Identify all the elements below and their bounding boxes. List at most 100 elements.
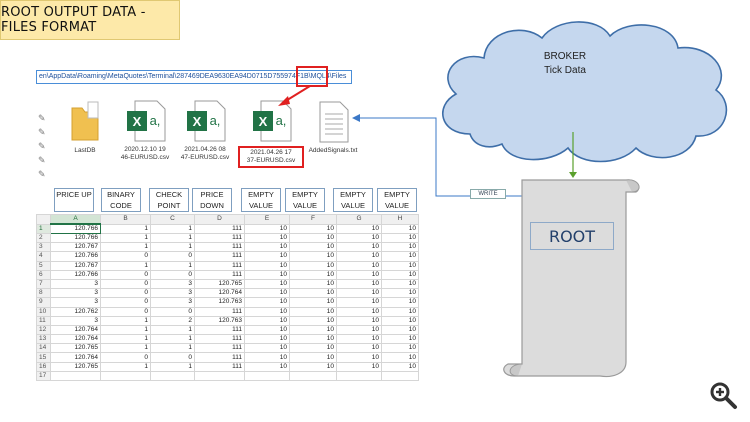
cell[interactable]: 10 <box>381 232 419 244</box>
column-header[interactable]: B <box>100 214 151 225</box>
cell[interactable]: 120.764 <box>50 324 101 336</box>
cell[interactable]: 10 <box>289 343 337 354</box>
cell[interactable]: 10 <box>381 334 419 345</box>
column-header[interactable]: D <box>194 214 245 225</box>
cell[interactable]: 111 <box>194 232 245 244</box>
cell[interactable]: 120.766 <box>50 232 101 244</box>
cell[interactable]: 120.763 <box>194 315 245 326</box>
row-number[interactable]: 7 <box>36 278 51 290</box>
cell[interactable]: 10 <box>244 334 290 345</box>
row-number[interactable]: 16 <box>36 361 51 372</box>
cell[interactable]: 1 <box>150 334 195 345</box>
cell[interactable]: 1 <box>100 361 151 372</box>
cell[interactable]: 120.763 <box>194 297 245 308</box>
cell[interactable]: 10 <box>336 324 382 336</box>
row-number[interactable]: 6 <box>36 269 51 280</box>
cell[interactable]: 10 <box>289 232 337 244</box>
cell[interactable]: 120.766 <box>50 223 101 234</box>
cell[interactable]: 111 <box>194 223 245 234</box>
cell[interactable]: 10 <box>289 242 337 253</box>
cell[interactable]: 10 <box>381 242 419 253</box>
cell[interactable]: 10 <box>244 223 290 234</box>
cell[interactable]: 111 <box>194 361 245 372</box>
cell[interactable]: 111 <box>194 306 245 317</box>
cell[interactable]: 10 <box>244 260 290 271</box>
cell[interactable]: 1 <box>100 223 151 234</box>
cell[interactable]: 10 <box>381 297 419 308</box>
cell[interactable] <box>50 370 101 382</box>
row-number[interactable]: 14 <box>36 343 51 354</box>
cell[interactable]: 1 <box>150 361 195 372</box>
cell[interactable]: 120.762 <box>50 306 101 317</box>
row-number[interactable]: 10 <box>36 306 51 317</box>
cell[interactable]: 3 <box>50 315 101 326</box>
cell[interactable]: 10 <box>289 315 337 326</box>
column-header[interactable]: G <box>336 214 382 225</box>
cell[interactable]: 0 <box>100 352 151 363</box>
column-header[interactable]: A <box>50 214 101 225</box>
cell[interactable]: 10 <box>244 242 290 253</box>
cell[interactable]: 10 <box>289 361 337 372</box>
cell[interactable]: 1 <box>100 232 151 244</box>
cell[interactable]: 10 <box>336 315 382 326</box>
cell[interactable]: 10 <box>381 324 419 336</box>
cell[interactable]: 10 <box>336 297 382 308</box>
cell[interactable]: 10 <box>244 278 290 290</box>
cell[interactable]: 120.766 <box>50 251 101 262</box>
cell[interactable]: 10 <box>244 361 290 372</box>
cell[interactable]: 10 <box>336 278 382 290</box>
cell[interactable] <box>381 370 419 382</box>
cell[interactable]: 120.766 <box>50 269 101 280</box>
file-item-lastdb[interactable]: LastDB <box>52 100 118 155</box>
cell[interactable]: 10 <box>244 306 290 317</box>
cell[interactable]: 10 <box>244 269 290 280</box>
cell[interactable]: 10 <box>336 306 382 317</box>
cell[interactable]: 10 <box>381 223 419 234</box>
cell[interactable]: 0 <box>150 269 195 280</box>
row-number[interactable]: 15 <box>36 352 51 363</box>
row-number[interactable]: 5 <box>36 260 51 271</box>
cell[interactable]: 3 <box>50 288 101 299</box>
cell[interactable]: 120.764 <box>50 352 101 363</box>
cell[interactable]: 111 <box>194 324 245 336</box>
cell[interactable]: 10 <box>381 260 419 271</box>
cell[interactable]: 1 <box>150 223 195 234</box>
cell[interactable]: 1 <box>150 343 195 354</box>
cell[interactable]: 10 <box>289 269 337 280</box>
cell[interactable]: 1 <box>150 324 195 336</box>
cell[interactable]: 10 <box>381 278 419 290</box>
cell[interactable]: 10 <box>381 251 419 262</box>
file-item-csv-1[interactable]: X a, 2020.12.10 19 46-EURUSD.csv <box>112 97 178 162</box>
cell[interactable]: 10 <box>381 361 419 372</box>
cell[interactable]: 10 <box>381 269 419 280</box>
cell[interactable] <box>336 370 382 382</box>
cell[interactable]: 3 <box>50 297 101 308</box>
cell[interactable]: 10 <box>336 334 382 345</box>
cell[interactable]: 0 <box>100 288 151 299</box>
cell[interactable]: 3 <box>150 278 195 290</box>
cell[interactable]: 3 <box>50 278 101 290</box>
cell[interactable]: 10 <box>289 223 337 234</box>
cell[interactable]: 10 <box>289 297 337 308</box>
row-number[interactable]: 3 <box>36 242 51 253</box>
cell[interactable]: 10 <box>289 278 337 290</box>
cell[interactable]: 10 <box>336 251 382 262</box>
cell[interactable]: 1 <box>100 334 151 345</box>
cell[interactable]: 10 <box>336 352 382 363</box>
cell[interactable]: 10 <box>244 232 290 244</box>
cell[interactable]: 10 <box>336 242 382 253</box>
cell[interactable] <box>150 370 195 382</box>
cell[interactable]: 10 <box>244 297 290 308</box>
sheet-corner[interactable] <box>36 214 51 225</box>
cell[interactable]: 0 <box>150 306 195 317</box>
cell[interactable]: 10 <box>244 251 290 262</box>
cell[interactable]: 1 <box>100 242 151 253</box>
cell[interactable] <box>100 370 151 382</box>
cell[interactable]: 1 <box>100 315 151 326</box>
cell[interactable]: 10 <box>244 324 290 336</box>
cell[interactable]: 0 <box>100 251 151 262</box>
row-number[interactable]: 17 <box>36 370 51 382</box>
cell[interactable]: 111 <box>194 269 245 280</box>
cell[interactable]: 0 <box>100 306 151 317</box>
cell[interactable]: 10 <box>244 352 290 363</box>
